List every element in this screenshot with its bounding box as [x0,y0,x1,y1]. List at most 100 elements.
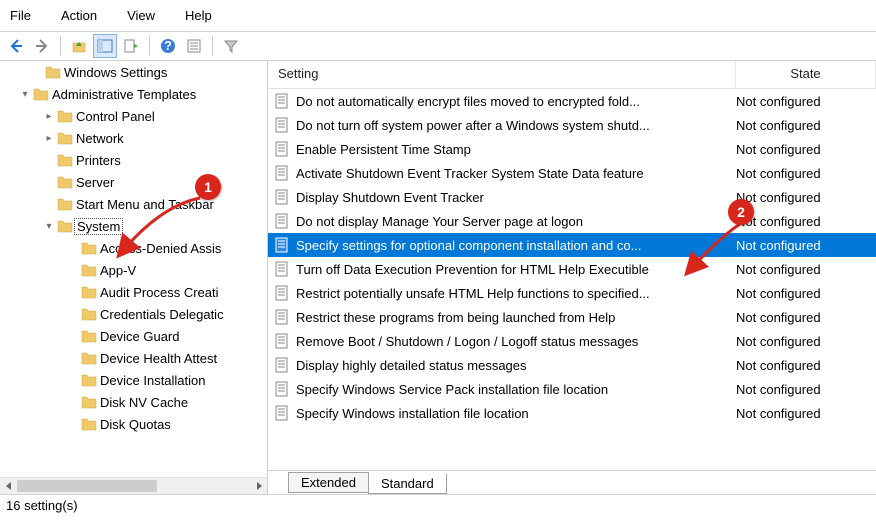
setting-name: Specify Windows Service Pack installatio… [296,382,736,397]
menu-action[interactable]: Action [55,6,103,25]
menu-view[interactable]: View [121,6,161,25]
tree-item-printers[interactable]: Printers [0,149,267,171]
scroll-right-button[interactable] [250,478,267,495]
tree-item-access-denied-assis[interactable]: Access-Denied Assis [0,237,267,259]
tree-item-app-v[interactable]: App-V [0,259,267,281]
show-hide-tree-button[interactable] [93,34,117,58]
setting-state: Not configured [736,214,876,229]
menu-help[interactable]: Help [179,6,218,25]
expander-icon[interactable]: ▸ [42,133,56,144]
setting-row[interactable]: Activate Shutdown Event Tracker System S… [268,161,876,185]
setting-row[interactable]: Remove Boot / Shutdown / Logon / Logoff … [268,329,876,353]
scroll-left-button[interactable] [0,478,17,495]
tree-item-system[interactable]: ▾System [0,215,267,237]
menu-file[interactable]: File [4,6,37,25]
settings-list[interactable]: Do not automatically encrypt files moved… [268,89,876,470]
setting-row[interactable]: Display highly detailed status messagesN… [268,353,876,377]
export-list-button[interactable] [119,34,143,58]
setting-state: Not configured [736,190,876,205]
back-button[interactable] [4,34,28,58]
policy-icon [274,333,290,349]
tree-item-network[interactable]: ▸Network [0,127,267,149]
tree-item-label: Server [74,175,114,190]
properties-button[interactable] [182,34,206,58]
setting-row[interactable]: Display Shutdown Event TrackerNot config… [268,185,876,209]
expander-icon[interactable]: ▸ [42,111,56,122]
column-header-setting[interactable]: Setting [268,61,736,88]
scroll-track[interactable] [17,478,250,494]
setting-row[interactable]: Do not automatically encrypt files moved… [268,89,876,113]
setting-state: Not configured [736,310,876,325]
tree-item-device-health-attest[interactable]: Device Health Attest [0,347,267,369]
expander-icon[interactable]: ▾ [42,221,56,232]
setting-row[interactable]: Turn off Data Execution Prevention for H… [268,257,876,281]
folder-icon [80,351,98,365]
forward-button[interactable] [30,34,54,58]
tree-item-start-menu-and-taskbar[interactable]: Start Menu and Taskbar [0,193,267,215]
tree-item-label: Disk Quotas [98,417,171,432]
tree-view[interactable]: Windows Settings▾Administrative Template… [0,61,267,494]
setting-row[interactable]: Specify Windows installation file locati… [268,401,876,425]
main-panes: Windows Settings▾Administrative Template… [0,61,876,494]
setting-name: Do not turn off system power after a Win… [296,118,736,133]
setting-row[interactable]: Restrict these programs from being launc… [268,305,876,329]
tabs-bar: Extended Standard [268,470,876,494]
tree-item-label: Disk NV Cache [98,395,188,410]
setting-name: Specify settings for optional component … [296,238,736,253]
setting-row[interactable]: Do not display Manage Your Server page a… [268,209,876,233]
tree-item-label: Control Panel [74,109,155,124]
folder-icon [80,395,98,409]
tree-item-device-installation[interactable]: Device Installation [0,369,267,391]
tab-standard[interactable]: Standard [368,474,447,494]
folder-icon [56,153,74,167]
folder-icon [56,197,74,211]
setting-name: Display Shutdown Event Tracker [296,190,736,205]
tree-item-audit-process-creati[interactable]: Audit Process Creati [0,281,267,303]
menubar: File Action View Help [0,0,876,31]
up-button[interactable] [67,34,91,58]
tree-item-device-guard[interactable]: Device Guard [0,325,267,347]
tree-item-disk-quotas[interactable]: Disk Quotas [0,413,267,435]
folder-icon [80,329,98,343]
setting-row[interactable]: Restrict potentially unsafe HTML Help fu… [268,281,876,305]
tab-extended[interactable]: Extended [288,472,369,493]
tree-item-label: Printers [74,153,121,168]
tree-item-administrative-templates[interactable]: ▾Administrative Templates [0,83,267,105]
column-header-state[interactable]: State [736,61,876,88]
filter-button[interactable] [219,34,243,58]
setting-row[interactable]: Do not turn off system power after a Win… [268,113,876,137]
setting-name: Do not automatically encrypt files moved… [296,94,736,109]
callout-2: 2 [728,199,754,225]
setting-row[interactable]: Enable Persistent Time StampNot configur… [268,137,876,161]
folder-icon [56,219,74,233]
setting-state: Not configured [736,358,876,373]
tree-horizontal-scrollbar[interactable] [0,477,267,494]
setting-row[interactable]: Specify settings for optional component … [268,233,876,257]
tree-pane: Windows Settings▾Administrative Template… [0,61,268,494]
tree-item-windows-settings[interactable]: Windows Settings [0,61,267,83]
policy-icon [274,309,290,325]
folder-icon [56,175,74,189]
tree-item-control-panel[interactable]: ▸ Control Panel [0,105,267,127]
setting-row[interactable]: Specify Windows Service Pack installatio… [268,377,876,401]
policy-icon [274,141,290,157]
setting-name: Remove Boot / Shutdown / Logon / Logoff … [296,334,736,349]
tree-item-credentials-delegatic[interactable]: Credentials Delegatic [0,303,267,325]
tree-item-disk-nv-cache[interactable]: Disk NV Cache [0,391,267,413]
setting-name: Restrict these programs from being launc… [296,310,736,325]
expander-icon[interactable]: ▾ [18,89,32,100]
folder-icon [80,307,98,321]
setting-name: Display highly detailed status messages [296,358,736,373]
policy-icon [274,381,290,397]
help-button[interactable]: ? [156,34,180,58]
tree-item-label: Audit Process Creati [98,285,219,300]
scroll-thumb[interactable] [17,480,157,492]
policy-icon [274,93,290,109]
folder-icon [56,131,74,145]
tree-item-server[interactable]: Server [0,171,267,193]
policy-icon [274,285,290,301]
folder-icon [32,87,50,101]
folder-icon [80,285,98,299]
tree-item-label: Start Menu and Taskbar [74,197,214,212]
list-pane: Setting State Do not automatically encry… [268,61,876,494]
